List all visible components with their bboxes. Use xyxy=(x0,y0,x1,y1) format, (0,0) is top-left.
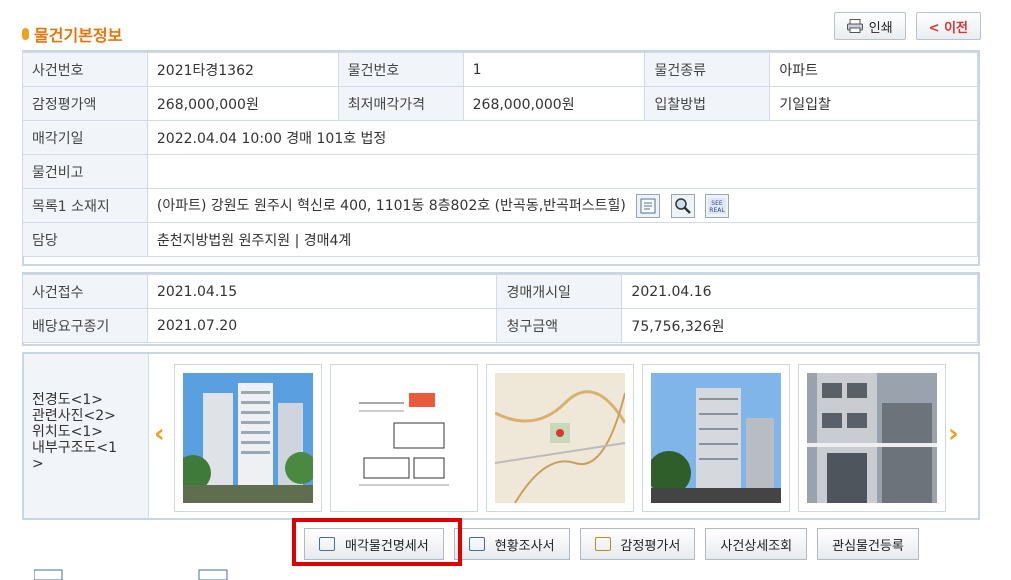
prev-arrow-icon[interactable]: ‹ xyxy=(154,419,165,449)
photo-thumb-4[interactable] xyxy=(642,364,790,512)
claim-value: 75,756,326원 xyxy=(621,308,978,343)
charge-value: 춘천지방법원 원주지원 | 경매4계 xyxy=(146,222,979,257)
item-no-value: 1 xyxy=(462,52,646,87)
charge-label: 담당 xyxy=(22,222,148,257)
basic-info-table: 사건번호 2021타경1362 물건번호 1 물건종류 아파트 감정평가액 26… xyxy=(22,52,979,257)
edit-document-icon xyxy=(594,537,611,551)
location-cell: (아파트) 강원도 원주시 혁신로 400, 1101동 8층802호 (반곡동… xyxy=(146,188,979,223)
watch-button[interactable]: 관심물건등록 xyxy=(817,528,919,560)
section-title-text: 물건기본정보 xyxy=(34,26,123,45)
highlight-box xyxy=(292,518,462,566)
case-detail-label: 사건상세조회 xyxy=(720,538,793,554)
dividend-value: 2021.07.20 xyxy=(146,308,498,343)
photo-category-location[interactable]: 위치도<1> xyxy=(32,424,144,440)
status-report-label: 현황조사서 xyxy=(494,538,555,554)
start-value: 2021.04.16 xyxy=(621,274,978,309)
map-search-icon[interactable] xyxy=(670,193,695,218)
print-button[interactable]: 인쇄 xyxy=(833,12,906,40)
photo-category-related[interactable]: 관련사진<2> xyxy=(32,408,144,424)
claim-label: 청구금액 xyxy=(496,308,623,343)
photo-category-list: 전경도<1> 관련사진<2> 위치도<1> 내부구조도<1 > xyxy=(24,354,149,518)
photo-category-overview[interactable]: 전경도<1> xyxy=(32,392,144,408)
remarks-value xyxy=(146,154,979,189)
next-arrow-icon[interactable]: › xyxy=(948,419,959,449)
svg-text:REAL: REAL xyxy=(710,207,726,214)
bid-method-label: 입찰방법 xyxy=(644,86,771,121)
location-value: (아파트) 강원도 원주시 혁신로 400, 1101동 8층802호 (반곡동… xyxy=(156,197,626,214)
appraisal-label: 감정평가액 xyxy=(22,86,148,121)
status-report-button[interactable]: 현황조사서 xyxy=(453,528,570,560)
min-price-label: 최저매각가격 xyxy=(337,86,464,121)
item-type-label: 물건종류 xyxy=(644,52,771,87)
report-icon xyxy=(468,537,485,551)
sale-date-label: 매각기일 xyxy=(22,120,148,155)
watch-label: 관심물건등록 xyxy=(832,538,904,554)
case-dates-table: 사건접수 2021.04.15 경매개시일 2021.04.16 배당요구종기 … xyxy=(22,274,978,343)
sale-date-value: 2022.04.04 10:00 경매 101호 법정 xyxy=(146,120,979,155)
receipt-label: 사건접수 xyxy=(22,274,148,309)
print-label: 인쇄 xyxy=(868,20,893,36)
dividend-label: 배당요구종기 xyxy=(22,308,148,343)
case-detail-button[interactable]: 사건상세조회 xyxy=(705,528,808,560)
min-price-value: 268,000,000원 xyxy=(462,86,646,121)
appraisal-report-label: 감정평가서 xyxy=(620,538,681,554)
photo-gallery: 전경도<1> 관련사진<2> 위치도<1> 내부구조도<1 > ‹ › xyxy=(22,352,980,520)
start-label: 경매개시일 xyxy=(496,274,623,309)
location-label: 목록1 소재지 xyxy=(22,188,148,223)
appraisal-report-button[interactable]: 감정평가서 xyxy=(579,528,696,560)
printer-icon xyxy=(846,19,863,33)
cut-off-row xyxy=(34,568,534,580)
bullet-icon xyxy=(22,28,29,40)
case-no-value: 2021타경1362 xyxy=(146,52,339,87)
seereal-icon[interactable]: SEE REAL xyxy=(705,193,730,218)
item-type-value: 아파트 xyxy=(769,52,978,87)
photo-category-interior-cont: > xyxy=(32,456,44,472)
item-no-label: 물건번호 xyxy=(337,52,464,87)
register-icon[interactable] xyxy=(636,193,661,218)
photo-category-interior[interactable]: 내부구조도<1 xyxy=(32,440,144,456)
photo-thumb-1[interactable] xyxy=(174,364,322,512)
photo-thumb-3[interactable] xyxy=(486,364,634,512)
back-label: < 이전 xyxy=(928,20,968,36)
case-no-label: 사건번호 xyxy=(22,52,148,87)
section-title: 물건기본정보 xyxy=(22,22,122,46)
bid-method-value: 기일입찰 xyxy=(769,86,978,121)
remarks-label: 물건비고 xyxy=(22,154,148,189)
svg-text:SEE: SEE xyxy=(712,200,724,207)
receipt-value: 2021.04.15 xyxy=(146,274,498,309)
back-button[interactable]: < 이전 xyxy=(915,12,981,40)
photo-thumb-2[interactable] xyxy=(330,364,478,512)
photo-thumb-5[interactable] xyxy=(798,364,946,512)
appraisal-value: 268,000,000원 xyxy=(146,86,339,121)
